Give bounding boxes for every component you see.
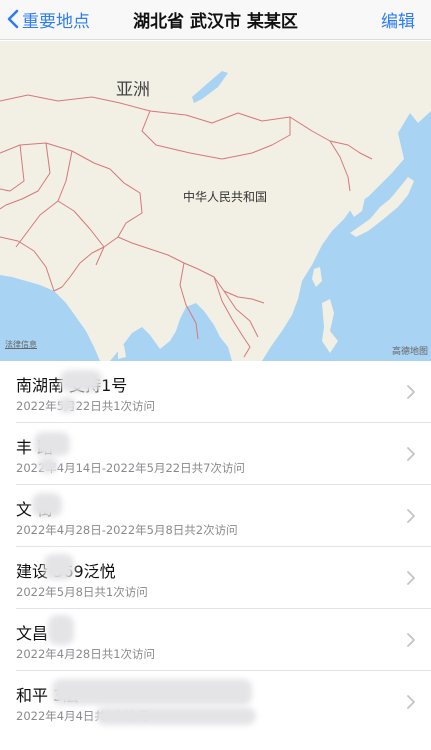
list-item-subtitle: 2022年5月22日共1次访问 xyxy=(16,399,156,413)
privacy-blur xyxy=(44,554,74,580)
list-item-title: 文昌 xyxy=(16,624,49,643)
chevron-right-icon xyxy=(407,509,415,523)
list-item[interactable]: 和平 3层 2022年4月4日共1次访问 xyxy=(0,671,431,733)
map-view[interactable]: 亚洲 中华人民共和国 法律信息 高德地图 xyxy=(0,41,431,361)
list-item[interactable]: 文昌 2022年4月28日共1次访问 xyxy=(0,609,431,671)
chevron-right-icon xyxy=(407,447,415,461)
chevron-right-icon xyxy=(407,385,415,399)
list-item[interactable]: 南湖南 支持1号 2022年5月22日共1次访问 xyxy=(0,361,431,423)
map-label-continent: 亚洲 xyxy=(116,80,150,100)
privacy-blur xyxy=(96,707,256,725)
page-title: 湖北省 武汉市 某某区 xyxy=(133,12,298,32)
edit-button[interactable]: 编辑 xyxy=(381,7,415,32)
map-label-country: 中华人民共和国 xyxy=(183,190,268,204)
privacy-blur xyxy=(58,397,76,413)
privacy-blur xyxy=(60,370,102,392)
privacy-blur xyxy=(52,679,252,705)
list-item-subtitle: 2022年4月28日共1次访问 xyxy=(16,647,156,661)
map-provider-attribution: 高德地图 xyxy=(391,347,428,357)
legal-info-link[interactable]: 法律信息 xyxy=(5,339,37,350)
navigation-bar: 重要地点 湖北省 武汉市 某某区 编辑 xyxy=(0,0,431,40)
chevron-right-icon xyxy=(407,695,415,709)
privacy-blur xyxy=(48,615,74,645)
privacy-blur xyxy=(38,457,58,473)
list-item[interactable]: 丰 路 2022年4月14日-2022年5月22日共7次访问 xyxy=(0,423,431,485)
list-item[interactable]: 文 街 2022年4月28日-2022年5月8日共2次访问 xyxy=(0,485,431,547)
chevron-right-icon xyxy=(407,633,415,647)
list-item-subtitle: 2022年4月28日-2022年5月8日共2次访问 xyxy=(16,523,238,537)
privacy-blur xyxy=(32,493,62,517)
list-item[interactable]: 建设 369泛悦 2022年5月8日共1次访问 xyxy=(0,547,431,609)
chevron-right-icon xyxy=(407,571,415,585)
list-item-subtitle: 2022年5月8日共1次访问 xyxy=(16,585,148,599)
significant-locations-list: 南湖南 支持1号 2022年5月22日共1次访问 丰 路 2022年4月14日-… xyxy=(0,361,431,733)
privacy-blur xyxy=(34,432,70,456)
